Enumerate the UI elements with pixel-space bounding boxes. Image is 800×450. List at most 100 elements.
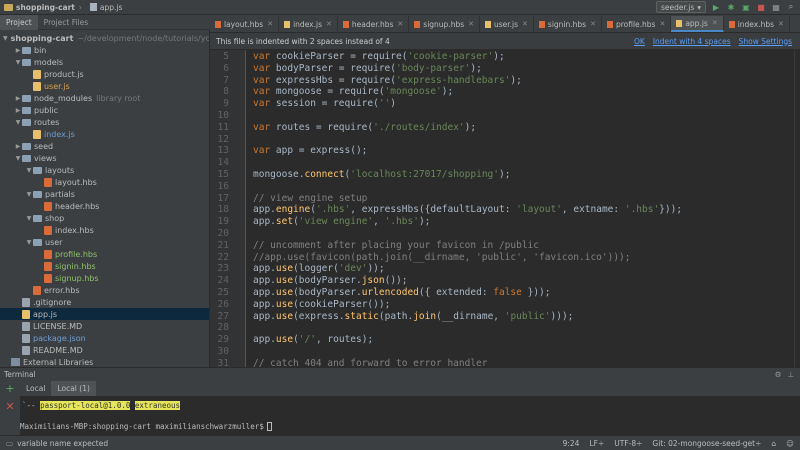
- code-line[interactable]: var cookieParser = require('cookie-parse…: [253, 51, 505, 63]
- settings-icon[interactable]: ⚙: [775, 370, 782, 379]
- search-icon[interactable]: ⌕: [786, 2, 796, 12]
- close-icon[interactable]: ✕: [326, 20, 332, 28]
- tab-project-files[interactable]: Project Files: [38, 15, 95, 30]
- code-line[interactable]: var routes = require('./routes/index');: [253, 122, 476, 134]
- close-icon[interactable]: ✕: [712, 19, 718, 27]
- cursor-position[interactable]: 9:24: [563, 439, 580, 448]
- tab-app-js[interactable]: app.js ✕: [671, 16, 724, 32]
- tree-item[interactable]: ▼ routes: [0, 116, 209, 128]
- code-line[interactable]: var mongoose = require('mongoose');: [253, 86, 453, 98]
- code-line[interactable]: var app = express();: [253, 145, 367, 157]
- tree-item[interactable]: ▼ layouts: [0, 164, 209, 176]
- tree-item[interactable]: index.hbs: [0, 224, 209, 236]
- tree-item[interactable]: .gitignore: [0, 296, 209, 308]
- stop-icon[interactable]: ■: [756, 2, 766, 12]
- chevron-down-icon[interactable]: ▼: [25, 191, 33, 198]
- code-line[interactable]: var bodyParser = require('body-parser');: [253, 63, 482, 75]
- tree-item[interactable]: README.MD: [0, 344, 209, 356]
- close-icon[interactable]: ✕: [267, 20, 273, 28]
- indent-4-link[interactable]: Indent with 4 spaces: [653, 37, 731, 46]
- tree-item[interactable]: ▼ partials: [0, 188, 209, 200]
- editor-scrollbar[interactable]: [794, 50, 800, 367]
- tree-item[interactable]: header.hbs: [0, 200, 209, 212]
- tree-item[interactable]: signup.hbs: [0, 272, 209, 284]
- tree-item[interactable]: ▶ public: [0, 104, 209, 116]
- lock-icon[interactable]: ⌂: [771, 439, 776, 448]
- tab-index-hbs[interactable]: index.hbs ✕: [724, 16, 790, 32]
- tab-user-js[interactable]: user.js ✕: [480, 16, 534, 32]
- code-line[interactable]: // catch 404 and forward to error handle…: [253, 358, 488, 367]
- show-settings-link[interactable]: Show Settings: [739, 37, 792, 46]
- code-line[interactable]: app.use(bodyParser.json());: [253, 275, 407, 287]
- tree-item[interactable]: ▼ user: [0, 236, 209, 248]
- tab-layout-hbs[interactable]: layout.hbs ✕: [210, 16, 280, 32]
- tree-item[interactable]: ▶ bin: [0, 44, 209, 56]
- tab-project[interactable]: Project: [0, 14, 38, 30]
- code-line[interactable]: app.use(logger('dev'));: [253, 263, 385, 275]
- tree-item[interactable]: index.js: [0, 128, 209, 140]
- chevron-down-icon[interactable]: ▼: [25, 215, 33, 222]
- tree-item[interactable]: product.js: [0, 68, 209, 80]
- code-line[interactable]: mongoose.connect('localhost:27017/shoppi…: [253, 169, 510, 181]
- chevron-right-icon[interactable]: ▶: [14, 95, 22, 102]
- code-line[interactable]: app.use(cookieParser());: [253, 299, 390, 311]
- close-icon[interactable]: ✕: [778, 20, 784, 28]
- ok-link[interactable]: OK: [634, 37, 645, 46]
- code-line[interactable]: app.use('/', routes);: [253, 334, 373, 346]
- run-icon[interactable]: ▶: [711, 2, 721, 12]
- debug-icon[interactable]: ✱: [726, 2, 736, 12]
- tree-item[interactable]: LICENSE.MD: [0, 320, 209, 332]
- close-icon[interactable]: ✕: [397, 20, 403, 28]
- tree-item[interactable]: layout.hbs: [0, 176, 209, 188]
- code-line[interactable]: // uncomment after placing your favicon …: [253, 240, 539, 252]
- chevron-down-icon[interactable]: ▼: [14, 59, 22, 66]
- close-terminal-icon[interactable]: ✕: [4, 401, 16, 413]
- code-line[interactable]: app.engine('.hbs', expressHbs({defaultLa…: [253, 204, 682, 216]
- line-separator[interactable]: LF÷: [589, 439, 604, 448]
- chevron-right-icon[interactable]: ▶: [14, 107, 22, 114]
- code-line[interactable]: // view engine setup: [253, 193, 367, 205]
- tree-item[interactable]: error.hbs: [0, 284, 209, 296]
- chevron-right-icon[interactable]: ▶: [14, 143, 22, 150]
- tree-item[interactable]: ▶ node_modules library root: [0, 92, 209, 104]
- tree-item[interactable]: package.json: [0, 332, 209, 344]
- add-terminal-icon[interactable]: +: [4, 383, 16, 395]
- tab-header-hbs[interactable]: header.hbs ✕: [338, 16, 410, 32]
- terminal-tab-local-1[interactable]: Local (1): [51, 381, 96, 396]
- code-line[interactable]: app.use(express.static(path.join(__dirna…: [253, 311, 573, 323]
- tab-signup-hbs[interactable]: signup.hbs ✕: [409, 16, 480, 32]
- git-branch[interactable]: Git: 02-mongoose-seed-get÷: [652, 439, 761, 448]
- tree-item[interactable]: ▼ views: [0, 152, 209, 164]
- chevron-down-icon[interactable]: ▼: [3, 35, 8, 42]
- tree-item[interactable]: signin.hbs: [0, 260, 209, 272]
- inspection-icon[interactable]: ☺: [786, 439, 794, 448]
- coverage-icon[interactable]: ▣: [741, 2, 751, 12]
- close-icon[interactable]: ✕: [468, 20, 474, 28]
- close-icon[interactable]: ✕: [659, 20, 665, 28]
- file-encoding[interactable]: UTF-8÷: [614, 439, 642, 448]
- tree-item[interactable]: ▼ models: [0, 56, 209, 68]
- chevron-down-icon[interactable]: ▼: [25, 239, 33, 246]
- tree-item[interactable]: profile.hbs: [0, 248, 209, 260]
- close-icon[interactable]: ✕: [522, 20, 528, 28]
- code-line[interactable]: //app.use(favicon(path.join(__dirname, '…: [253, 252, 631, 264]
- tree-item[interactable]: app.js: [0, 308, 209, 320]
- tree-item[interactable]: ▶ seed: [0, 140, 209, 152]
- tree-item[interactable]: ▼ shop: [0, 212, 209, 224]
- sdk-icon[interactable]: ▦: [771, 2, 781, 12]
- hide-icon[interactable]: ⊥: [787, 370, 794, 379]
- code-line[interactable]: app.use(bodyParser.urlencoded({ extended…: [253, 287, 550, 299]
- tree-item[interactable]: External Libraries: [0, 356, 209, 367]
- tree-item[interactable]: user.js: [0, 80, 209, 92]
- status-toggle-icon[interactable]: ▭: [6, 439, 13, 448]
- breadcrumb-file[interactable]: app.js: [86, 0, 127, 15]
- tab-index-js[interactable]: index.js ✕: [279, 16, 338, 32]
- code-line[interactable]: var expressHbs = require('express-handle…: [253, 75, 522, 87]
- tab-signin-hbs[interactable]: signin.hbs ✕: [534, 16, 602, 32]
- code-editor[interactable]: var cookieParser = require('cookie-parse…: [246, 50, 800, 367]
- code-line[interactable]: var session = require(''): [253, 98, 396, 110]
- code-line[interactable]: app.set('view engine', '.hbs');: [253, 216, 430, 228]
- chevron-down-icon[interactable]: ▼: [25, 167, 33, 174]
- chevron-down-icon[interactable]: ▼: [14, 155, 22, 162]
- run-config-select[interactable]: seeder.js ▾: [655, 1, 706, 13]
